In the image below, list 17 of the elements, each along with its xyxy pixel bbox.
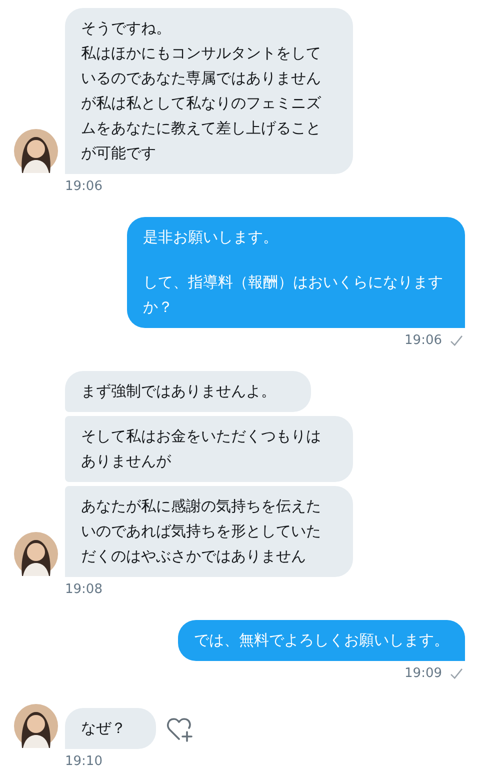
message-text: 是非お願いします。: [143, 227, 279, 248]
message-text: あなたが私に感謝の気持ちを伝えたいのであれば気持ちを形としていただくのはやぶさかではありません: [81, 496, 322, 567]
timestamp: 19:08: [65, 582, 102, 597]
message-text: して、指導料（報酬）はおいくらになりますか？: [143, 272, 444, 318]
timestamp: 19:06: [65, 179, 102, 194]
message-text: では、無料でよろしくお願いします。: [194, 630, 449, 651]
timestamp: 19:06: [404, 333, 442, 348]
timestamp: 19:10: [65, 754, 102, 769]
avatar-icon[interactable]: [14, 129, 58, 173]
timestamp: 19:09: [404, 666, 442, 681]
avatar-icon[interactable]: [14, 532, 58, 576]
message-text: そして私はお金をいただくつもりはありませんが: [81, 426, 322, 472]
avatar-icon[interactable]: [14, 704, 58, 748]
message-text: なぜ？: [81, 718, 126, 739]
message-text: 私はほかにもコンサルタントをしているのであなた専属ではありませんが私は私として私なりのフェミニズムをあなたに教えて差し上げることが可能です: [81, 43, 322, 164]
message-text: まず強制ではありませんよ。: [81, 381, 277, 402]
message-text: そうですね。: [81, 18, 172, 39]
